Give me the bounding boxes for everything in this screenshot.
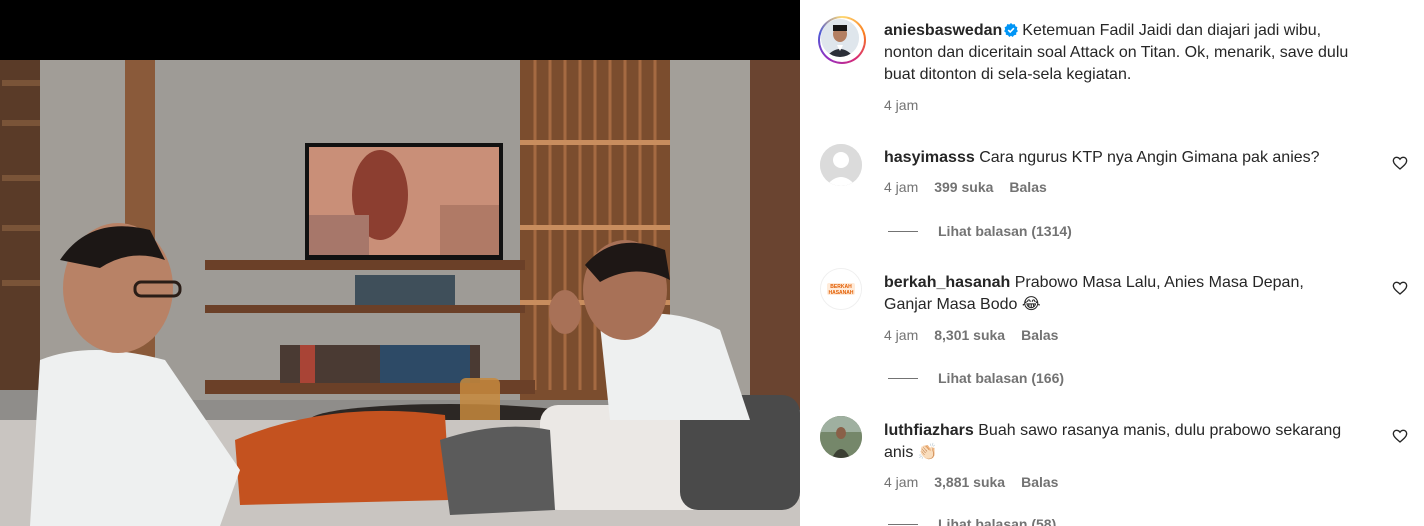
comment-text: Cara ngurus KTP nya Angin Gimana pak ani… — [979, 149, 1320, 166]
comment-1: hasyimasss Cara ngurus KTP nya Angin Gim… — [884, 147, 1364, 169]
comment-time: 4 jam — [884, 474, 919, 490]
author-username[interactable]: aniesbaswedan — [884, 22, 1002, 39]
divider-line — [888, 523, 918, 525]
berkah-hasanah-logo: BERKAH HASANAH — [821, 269, 861, 309]
living-room-photo — [0, 0, 800, 526]
caption-time: 4 jam — [884, 97, 919, 113]
comment-likes[interactable]: 399 suka — [934, 179, 993, 195]
user-photo-avatar — [820, 416, 862, 458]
view-replies-button[interactable]: Lihat balasan (166) — [888, 370, 1064, 386]
comment-time: 4 jam — [884, 327, 919, 343]
comment-2: berkah_hasanah Prabowo Masa Lalu, Anies … — [884, 272, 1354, 316]
heart-outline-icon[interactable] — [1392, 280, 1408, 296]
view-replies-label: Lihat balasan (166) — [938, 370, 1065, 386]
author-avatar-image — [821, 19, 859, 57]
heart-outline-icon[interactable] — [1392, 428, 1408, 444]
heart-outline-icon[interactable] — [1392, 155, 1408, 171]
divider-line — [888, 377, 918, 379]
view-replies-label: Lihat balasan (58) — [938, 516, 1057, 526]
comment-username[interactable]: hasyimasss — [884, 149, 975, 166]
comment-3-meta: 4 jam 3,881 suka Balas — [884, 474, 1058, 490]
view-replies-button[interactable]: Lihat balasan (58) — [888, 516, 1056, 526]
reply-button[interactable]: Balas — [1021, 474, 1058, 490]
reply-button[interactable]: Balas — [1009, 179, 1046, 195]
comment-3: luthfiazhars Buah sawo rasanya manis, du… — [884, 420, 1354, 464]
comment-username[interactable]: berkah_hasanah — [884, 274, 1010, 291]
post-image[interactable] — [0, 0, 800, 526]
divider-line — [888, 230, 918, 232]
comment-avatar[interactable]: BERKAH HASANAH — [820, 268, 862, 310]
comment-avatar[interactable] — [820, 144, 862, 186]
comment-2-meta: 4 jam 8,301 suka Balas — [884, 327, 1058, 343]
comment-avatar[interactable] — [820, 416, 862, 458]
author-avatar[interactable] — [818, 16, 866, 64]
reply-button[interactable]: Balas — [1021, 327, 1058, 343]
comments-panel: aniesbaswedan Ketemuan Fadil Jaidi dan di… — [800, 0, 1424, 526]
view-replies-label: Lihat balasan (1314) — [938, 223, 1072, 239]
comment-1-meta: 4 jam 399 suka Balas — [884, 179, 1047, 195]
comment-username[interactable]: luthfiazhars — [884, 422, 974, 439]
view-replies-button[interactable]: Lihat balasan (1314) — [888, 223, 1072, 239]
comment-likes[interactable]: 3,881 suka — [934, 474, 1005, 490]
post-caption: aniesbaswedan Ketemuan Fadil Jaidi dan di… — [884, 20, 1364, 86]
default-avatar-icon — [820, 144, 862, 186]
comment-likes[interactable]: 8,301 suka — [934, 327, 1005, 343]
verified-badge-icon — [1004, 23, 1019, 37]
comment-time: 4 jam — [884, 179, 919, 195]
svg-text:HASANAH: HASANAH — [829, 290, 854, 296]
caption-meta: 4 jam — [884, 97, 934, 113]
